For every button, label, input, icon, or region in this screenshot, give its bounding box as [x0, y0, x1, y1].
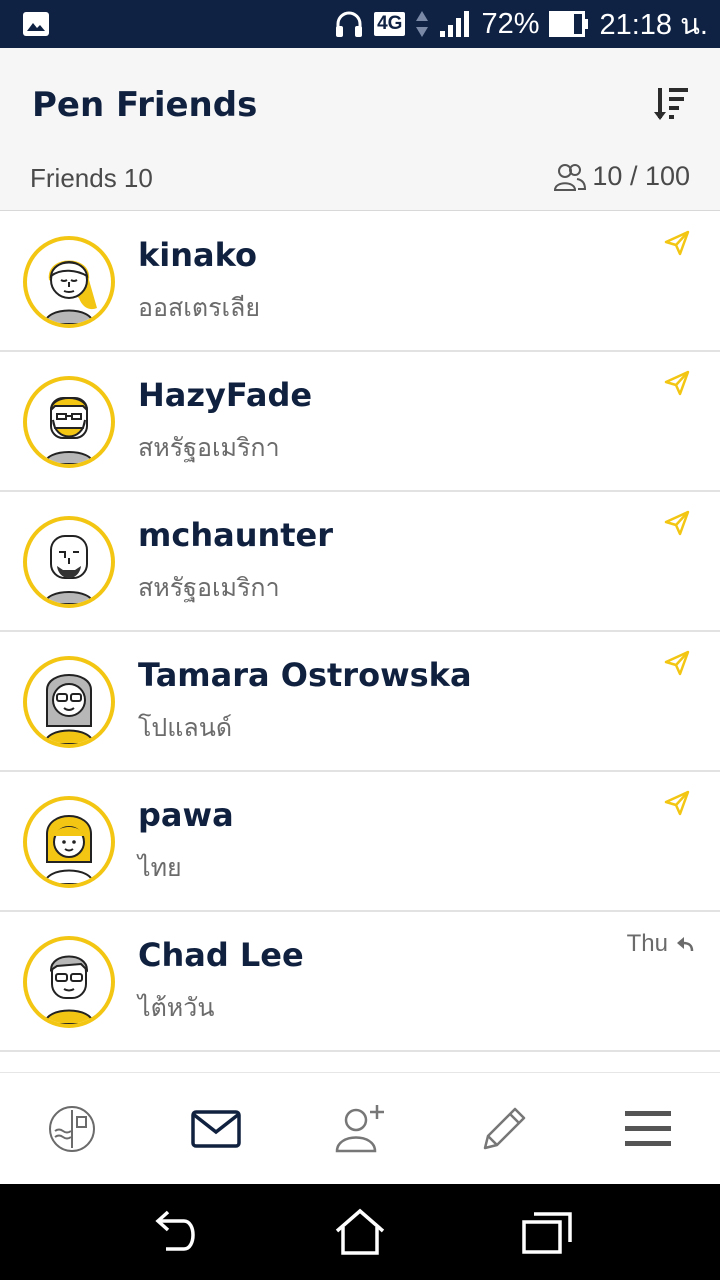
friend-row[interactable]: kinako ออสเตรเลีย — [0, 212, 720, 352]
friend-country: ออสเตรเลีย — [138, 293, 261, 322]
friend-name: Tamara Ostrowska — [138, 656, 472, 694]
avatar — [23, 516, 115, 608]
send-icon[interactable] — [662, 368, 692, 398]
friend-country: ไทย — [138, 853, 182, 882]
bearded-man-avatar-icon — [43, 397, 95, 464]
system-nav-bar — [0, 1184, 720, 1280]
reply-icon — [677, 937, 694, 952]
recents-icon — [521, 1212, 572, 1254]
image-notification-icon — [23, 12, 49, 36]
home-icon — [335, 1208, 385, 1255]
woman-glasses-avatar-icon — [43, 674, 95, 744]
send-icon[interactable] — [662, 788, 692, 818]
friend-country: สหรัฐอเมริกา — [138, 573, 280, 602]
pen-icon — [483, 1107, 526, 1149]
nav-add-friend[interactable] — [288, 1073, 432, 1184]
friend-row[interactable]: pawa ไทย — [0, 772, 720, 912]
page-title: Pen Friends — [32, 85, 258, 125]
friend-row[interactable]: Tamara Ostrowska โปแลนด์ — [0, 632, 720, 772]
recents-button[interactable] — [517, 1202, 577, 1262]
nav-write[interactable] — [432, 1073, 576, 1184]
friend-name: mchaunter — [138, 516, 334, 554]
data-arrows-icon — [416, 11, 429, 37]
app-header: Pen Friends Friends 10 10 / 100 — [0, 48, 720, 211]
friend-row[interactable]: mchaunter สหรัฐอเมริกา — [0, 492, 720, 632]
send-icon[interactable] — [662, 228, 692, 258]
girl-yellow-hair-avatar-icon — [43, 260, 97, 324]
avatar — [23, 376, 115, 468]
last-activity-day: Thu — [626, 930, 668, 957]
stamp-icon — [49, 1105, 95, 1152]
avatar — [23, 796, 115, 888]
sort-icon[interactable] — [652, 84, 692, 124]
battery-percent: 72% — [481, 7, 540, 40]
nav-stamps[interactable] — [0, 1073, 144, 1184]
friend-name: Chad Lee — [138, 936, 304, 974]
avatar — [23, 236, 115, 328]
nav-mail[interactable] — [144, 1073, 288, 1184]
battery-icon — [549, 11, 589, 37]
friend-row[interactable]: HazyFade สหรัฐอเมริกา — [0, 352, 720, 492]
man-glasses-avatar-icon — [43, 955, 95, 1024]
friend-name: kinako — [138, 236, 258, 274]
home-button[interactable] — [330, 1202, 390, 1262]
send-icon[interactable] — [662, 508, 692, 538]
friend-country: ไต้หวัน — [138, 993, 215, 1022]
nav-menu[interactable] — [576, 1073, 720, 1184]
friend-row[interactable]: Chad Lee ไต้หวัน Thu — [0, 912, 720, 1052]
woman-yellow-hair-avatar-icon — [43, 815, 95, 884]
status-bar: 4G 72% 21:18 น. — [0, 0, 720, 48]
friend-name: HazyFade — [138, 376, 313, 414]
back-icon — [155, 1210, 196, 1251]
add-friend-icon — [335, 1104, 384, 1152]
avatar — [23, 936, 115, 1028]
back-button[interactable] — [143, 1202, 203, 1262]
last-activity: Thu — [627, 930, 694, 958]
avatar — [23, 656, 115, 748]
friends-icon — [554, 163, 587, 191]
menu-icon — [625, 1110, 671, 1146]
bald-bearded-man-avatar-icon — [43, 535, 95, 604]
friend-country: สหรัฐอเมริกา — [138, 433, 280, 462]
friend-capacity: 10 / 100 — [554, 161, 690, 192]
capacity-text: 10 / 100 — [592, 161, 690, 191]
bottom-nav — [0, 1072, 720, 1184]
clock: 21:18 น. — [599, 9, 708, 41]
friend-country: โปแลนด์ — [138, 713, 233, 742]
headphones-icon — [336, 11, 363, 37]
send-icon[interactable] — [662, 648, 692, 678]
mail-icon — [191, 1109, 241, 1148]
friends-count: Friends 10 — [30, 163, 153, 193]
signal-icon — [440, 11, 470, 37]
friend-name: pawa — [138, 796, 234, 834]
network-type: 4G — [374, 12, 406, 36]
friends-list: kinako ออสเตรเลีย HazyFade สหรัฐอเมริกา — [0, 212, 720, 1052]
